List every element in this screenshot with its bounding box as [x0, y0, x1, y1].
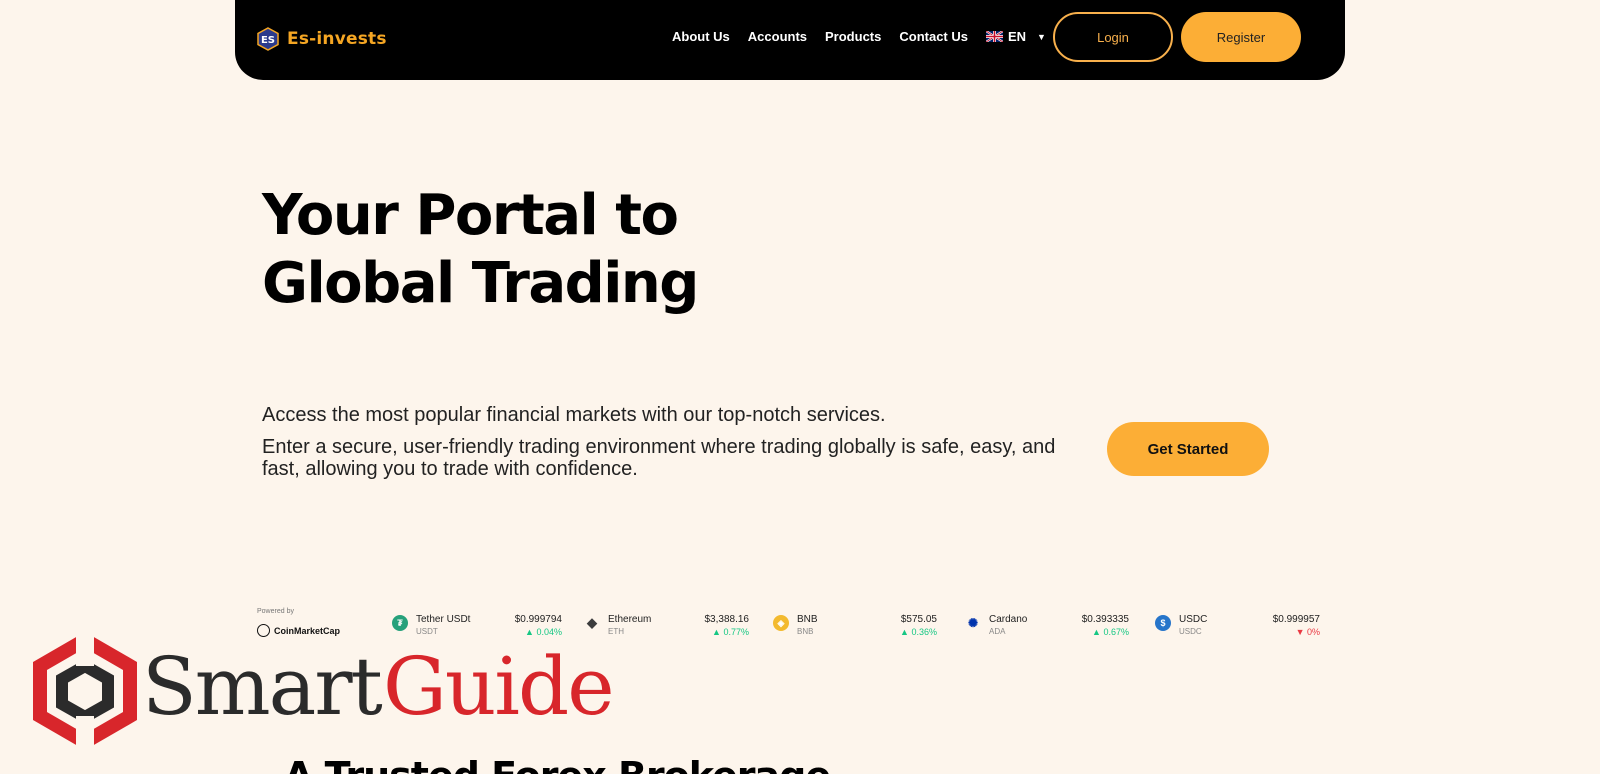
smartguide-logo-icon: [33, 636, 137, 746]
coin-change: ▼ 0%: [1295, 627, 1320, 637]
ticker-item-bnb[interactable]: ◈ BNB BNB $575.05 ▲ 0.36%: [773, 608, 937, 644]
site-header: ES Es-invests About Us Accounts Products…: [235, 0, 1345, 80]
coin-price: $0.999957: [1272, 614, 1320, 625]
watermark-word-guide: Guide: [383, 640, 615, 733]
language-label: EN: [1007, 29, 1027, 44]
usdc-icon: $: [1155, 615, 1171, 631]
register-button[interactable]: Register: [1181, 12, 1301, 62]
coin-price: $3,388.16: [704, 614, 750, 625]
ticker-item-usdc[interactable]: $ USDC USDC $0.999957 ▼ 0%: [1155, 608, 1320, 644]
brand-logo-icon: ES: [257, 27, 279, 51]
tether-icon: ₮: [392, 615, 408, 631]
coin-symbol: BNB: [797, 627, 814, 636]
coin-change-value: 0%: [1306, 627, 1320, 637]
coin-change-value: 0.67%: [1103, 627, 1129, 637]
coin-price: $0.999794: [514, 614, 562, 625]
hero-title: Your Portal to Global Trading: [262, 182, 699, 318]
watermark-word-smart: Smart: [142, 640, 383, 733]
chevron-down-icon: ▼: [1037, 31, 1046, 42]
coin-name: Cardano: [989, 614, 1028, 625]
hero-text-2: Enter a secure, user-friendly trading en…: [262, 436, 1056, 480]
coin-change-value: 0.77%: [723, 627, 749, 637]
language-selector[interactable]: EN ▼: [985, 29, 1046, 44]
coin-symbol: ADA: [989, 627, 1006, 636]
coin-symbol: ETH: [608, 627, 624, 636]
cardano-icon: ✺: [967, 616, 979, 630]
nav-accounts[interactable]: Accounts: [748, 29, 807, 44]
coinmarketcap-label: CoinMarketCap: [274, 625, 341, 636]
ethereum-icon: ◆: [587, 615, 597, 630]
coin-name: Tether USDt: [416, 614, 471, 625]
hero-text-1: Access the most popular financial market…: [262, 404, 886, 426]
nav-about-us[interactable]: About Us: [672, 29, 730, 44]
hero-title-line1: Your Portal to: [262, 183, 679, 248]
coin-symbol: USDT: [416, 627, 438, 636]
coin-name: USDC: [1179, 614, 1208, 625]
powered-by-label: Powered by: [257, 608, 294, 615]
coin-change: ▲ 0.36%: [900, 627, 937, 637]
section-title: A Trusted Forex Brokerage: [284, 754, 831, 774]
coin-symbol: USDC: [1179, 627, 1202, 636]
page: ES Es-invests About Us Accounts Products…: [0, 0, 1600, 774]
coin-change-value: 0.36%: [911, 627, 937, 637]
coin-price: $575.05: [900, 614, 937, 625]
hero-title-line2: Global Trading: [262, 251, 699, 316]
bnb-icon: ◈: [773, 615, 789, 631]
nav-contact-us[interactable]: Contact Us: [899, 29, 968, 44]
smartguide-watermark: Smart Guide: [30, 636, 615, 746]
nav-products[interactable]: Products: [825, 29, 881, 44]
ticker-item-eth[interactable]: ◆ Ethereum ETH $3,388.16 ▲ 0.77%: [584, 608, 749, 644]
ticker-item-ada[interactable]: ✺ Cardano ADA $0.393335 ▲ 0.67%: [965, 608, 1129, 644]
brand-logo[interactable]: ES Es-invests: [257, 27, 387, 51]
hero-description: Access the most popular financial market…: [262, 404, 1092, 480]
svg-text:ES: ES: [261, 35, 275, 46]
brand-name: Es-invests: [287, 29, 387, 49]
coin-name: Ethereum: [608, 614, 652, 625]
main-nav: About Us Accounts Products Contact Us EN…: [672, 29, 1046, 44]
login-button[interactable]: Login: [1053, 12, 1173, 62]
coin-name: BNB: [797, 614, 818, 625]
uk-flag-icon: [985, 31, 1003, 42]
coin-change: ▲ 0.77%: [712, 627, 749, 637]
get-started-button[interactable]: Get Started: [1107, 422, 1269, 476]
coin-price: $0.393335: [1081, 614, 1129, 625]
coin-change: ▲ 0.67%: [1092, 627, 1129, 637]
